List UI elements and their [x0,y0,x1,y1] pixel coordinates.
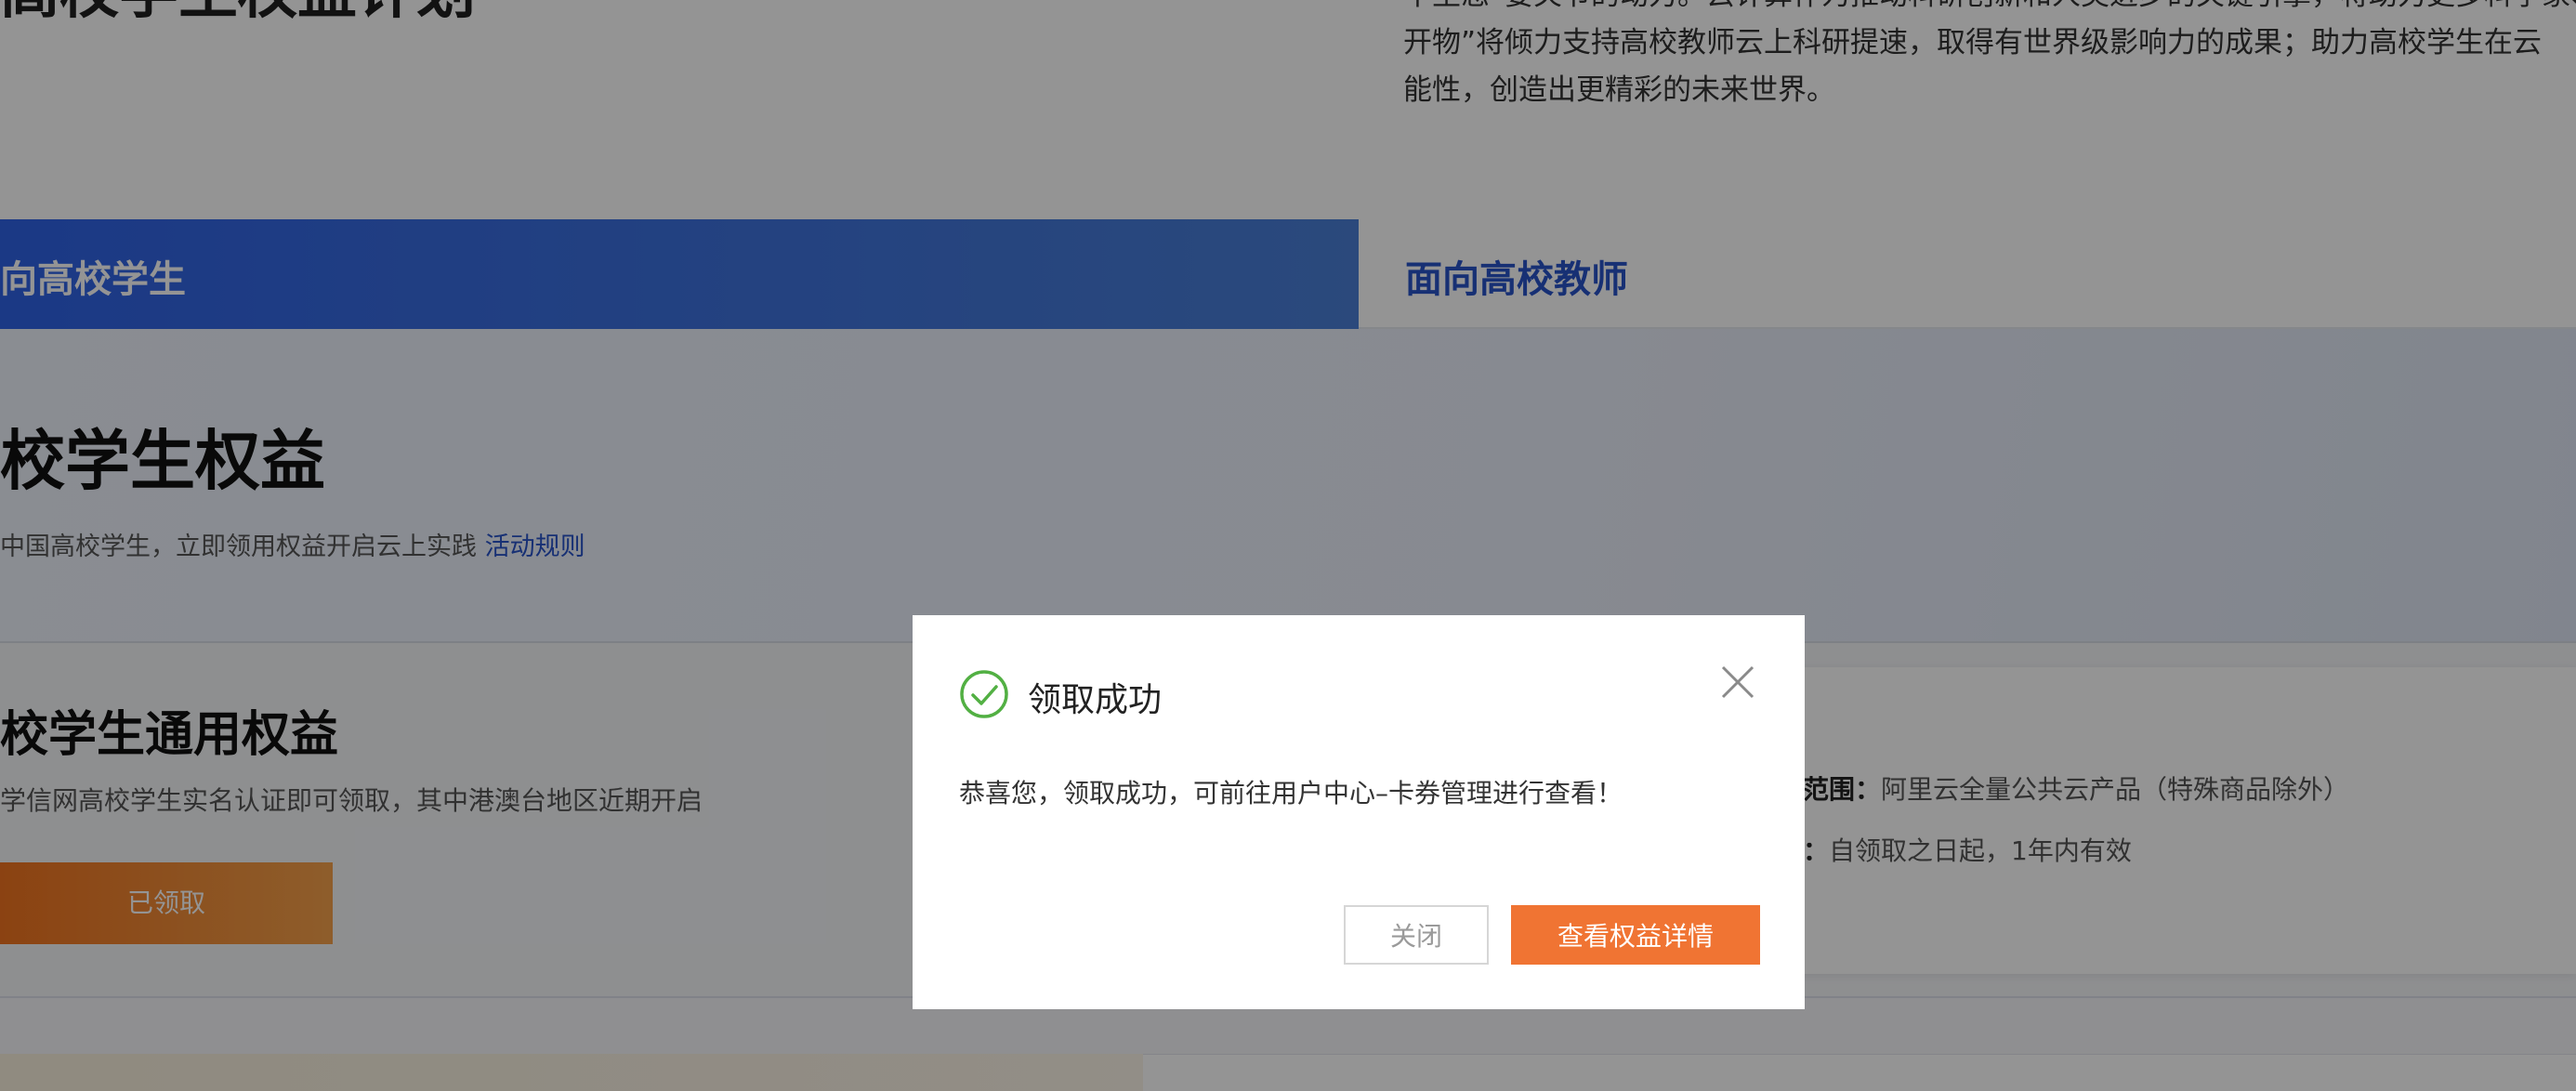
dialog-message: 恭喜您，领取成功，可前往用户中心–卡券管理进行查看！ [959,778,1623,808]
view-benefits-button[interactable]: 查看权益详情 [1511,905,1760,965]
success-dialog: 领取成功 恭喜您，领取成功，可前往用户中心–卡券管理进行查看！ 关闭 查看权益详… [913,615,1805,1009]
success-check-icon [960,670,1008,718]
page: 高校学生权益计划 中生态“要关节的动力。云计算作为推动科研创新和人类进步的关键引… [0,0,2576,1091]
dialog-close-button[interactable]: 关闭 [1344,905,1489,965]
close-icon[interactable] [1717,662,1758,703]
dialog-title: 领取成功 [1028,681,1163,719]
